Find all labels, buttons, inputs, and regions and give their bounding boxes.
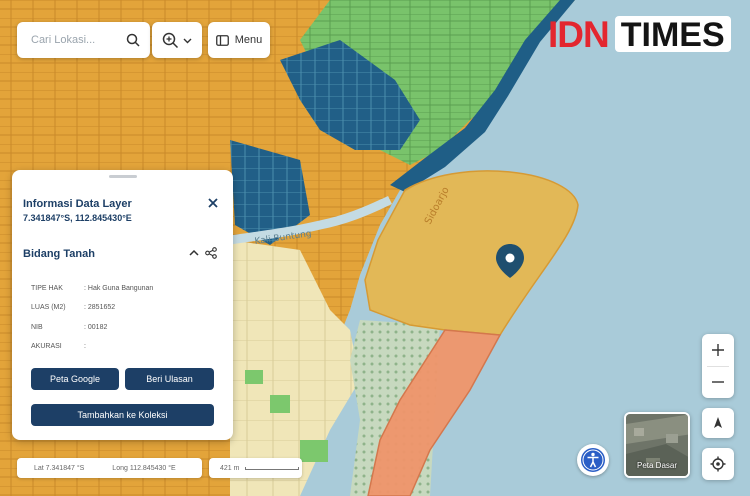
chevron-up-icon[interactable] <box>188 247 200 259</box>
zoom-controls <box>702 334 734 398</box>
attr-label-nib: NIB <box>31 324 43 331</box>
zoom-in-icon <box>162 32 179 48</box>
panel-drag-handle[interactable] <box>109 175 137 178</box>
plus-icon <box>712 343 724 356</box>
scale-bar: 421 m <box>209 458 302 478</box>
panel-coordinates: 7.341847°S, 112.845430°E <box>23 213 132 223</box>
zoom-in-button[interactable] <box>702 334 734 366</box>
accessibility-icon <box>581 448 605 472</box>
zoom-dropdown-button[interactable] <box>152 22 202 58</box>
peta-google-button[interactable]: Peta Google <box>31 368 119 390</box>
accessibility-button[interactable] <box>577 444 609 476</box>
search-icon[interactable] <box>126 33 140 47</box>
scale-line <box>245 466 300 470</box>
idn-times-logo: IDN TIMES <box>548 14 731 54</box>
basemap-label: Peta Dasar <box>636 461 678 470</box>
chevron-down-icon <box>183 38 192 43</box>
locate-icon <box>710 456 726 472</box>
attr-label-luas: LUAS (M2) <box>31 304 66 311</box>
compass-button[interactable] <box>702 408 734 438</box>
attr-value-luas: : 2851652 <box>84 304 116 311</box>
section-title: Bidang Tanah <box>23 248 95 260</box>
latitude-readout: Lat 7.341847 °S <box>34 464 85 472</box>
beri-ulasan-button[interactable]: Beri Ulasan <box>125 368 214 390</box>
locate-button[interactable] <box>702 448 734 480</box>
scale-label: 421 m <box>220 464 240 472</box>
panel-title: Informasi Data Layer <box>23 198 132 210</box>
basemap-switcher[interactable]: Peta Dasar <box>624 412 690 478</box>
attr-value-nib: : 00182 <box>84 324 108 331</box>
coordinate-readout: Lat 7.341847 °S Long 112.845430 °E <box>17 458 202 478</box>
sidebar-icon <box>215 34 229 46</box>
zoom-out-button[interactable] <box>702 366 734 398</box>
data-layer-info-panel: Informasi Data Layer 7.341847°S, 112.845… <box>12 170 233 440</box>
attr-value-akurasi: : <box>84 343 86 350</box>
menu-button[interactable]: Menu <box>208 22 270 58</box>
brand-idn: IDN <box>548 13 610 55</box>
search-input[interactable]: Cari Lokasi... <box>31 34 126 46</box>
attr-label-akurasi: AKURASI <box>31 343 62 350</box>
attr-label-tipe-hak: TIPE HAK <box>31 285 63 292</box>
close-icon[interactable] <box>206 196 220 210</box>
compass-icon <box>714 417 722 428</box>
menu-label: Menu <box>234 34 263 46</box>
brand-times: TIMES <box>614 16 731 52</box>
add-to-collection-button[interactable]: Tambahkan ke Koleksi <box>31 404 214 426</box>
attr-value-tipe-hak: : Hak Guna Bangunan <box>84 285 154 292</box>
share-icon[interactable] <box>205 247 217 259</box>
minus-icon <box>712 381 724 383</box>
search-bar[interactable]: Cari Lokasi... <box>17 22 150 58</box>
longitude-readout: Long 112.845430 °E <box>112 464 176 472</box>
